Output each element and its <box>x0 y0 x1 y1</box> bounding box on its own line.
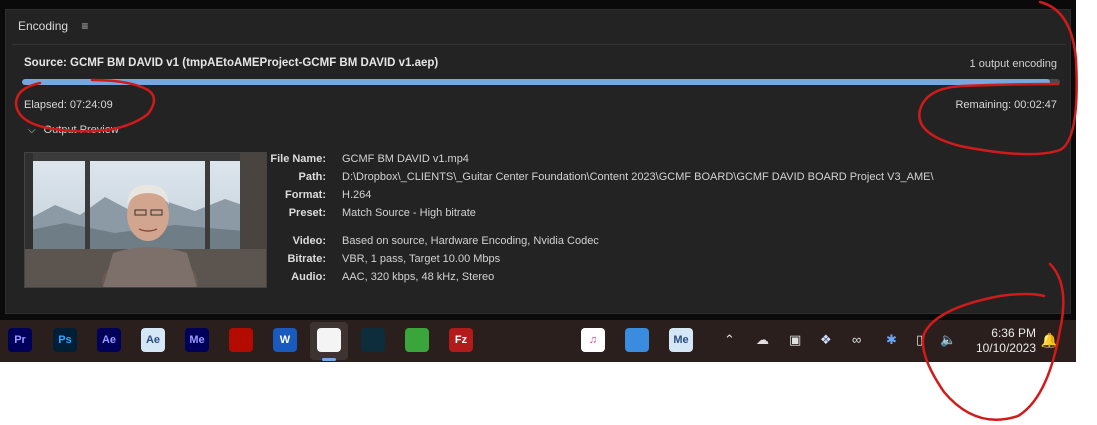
info-label: Bitrate: <box>287 253 326 265</box>
info-value: D:\Dropbox\_CLIENTS\_Guitar Center Found… <box>342 171 934 183</box>
taskbar-vlc-icon[interactable] <box>537 328 561 352</box>
info-value: Match Source - High bitrate <box>342 207 476 219</box>
taskbar-acrobat-icon[interactable] <box>229 328 253 352</box>
panel-divider <box>12 44 1066 45</box>
taskbar-filezilla-icon[interactable]: Fz <box>449 328 473 352</box>
windows-taskbar: Pr Ps Ae Ae Me W Fz ♫ Me ⌃ ☁ ▣ ❖ ∞ ✱ ▯ 🔈 6:36 PM… <box>0 320 1076 362</box>
taskbar-itunes-icon[interactable]: ♫ <box>581 328 605 352</box>
taskbar-green-app-icon[interactable] <box>405 328 429 352</box>
remaining-time: Remaining: 00:02:47 <box>955 99 1057 111</box>
tablet-icon[interactable]: ▣ <box>789 332 801 348</box>
notification-bell-icon[interactable]: 🔔 <box>1041 332 1058 349</box>
encoding-panel: Encoding ≡ Source: GCMF BM DAVID v1 (tmp… <box>5 9 1071 314</box>
info-label: Path: <box>298 171 327 183</box>
clock-time: 6:36 PM <box>991 326 1036 340</box>
taskbar-media-encoder-icon[interactable]: Me <box>185 328 209 352</box>
source-title: Source: GCMF BM DAVID v1 (tmpAEtoAMEProj… <box>24 57 439 69</box>
taskbar-word-icon[interactable]: W <box>273 328 297 352</box>
info-label: Video: <box>292 235 326 247</box>
taskbar-after-effects-icon[interactable]: Ae <box>97 328 121 352</box>
info-label: Audio: <box>291 271 326 283</box>
output-preview-toggle[interactable]: ⌵ Output Preview <box>28 124 119 136</box>
info-label: File Name: <box>270 153 326 165</box>
chevron-up-icon[interactable]: ⌃ <box>724 332 735 348</box>
output-count: 1 output encoding <box>969 58 1057 70</box>
info-value: AAC, 320 kbps, 48 kHz, Stereo <box>342 271 495 283</box>
info-value: GCMF BM DAVID v1.mp4 <box>342 153 469 165</box>
elapsed-time: Elapsed: 07:24:09 <box>24 99 113 111</box>
dropbox-icon[interactable]: ❖ <box>820 332 832 348</box>
chevron-down-icon: ⌵ <box>28 125 36 136</box>
volume-icon[interactable]: 🔈 <box>940 332 956 348</box>
bluetooth-icon[interactable]: ✱ <box>886 332 897 348</box>
clock-date: 10/10/2023 <box>975 341 1036 355</box>
link-icon[interactable]: ∞ <box>852 332 861 347</box>
tab-encoding-label: Encoding <box>18 19 69 33</box>
info-value: H.264 <box>342 189 372 201</box>
info-value: VBR, 1 pass, Target 10.00 Mbps <box>342 253 501 265</box>
active-app-indicator <box>322 358 336 361</box>
taskbar-screen-recorder-icon[interactable] <box>361 328 385 352</box>
panel-menu-icon[interactable]: ≡ <box>81 19 88 33</box>
tab-encoding[interactable]: Encoding ≡ <box>18 19 88 33</box>
encoding-progress-fill <box>22 79 1050 85</box>
system-clock[interactable]: 6:36 PM 10/10/2023 <box>976 326 1036 356</box>
encoding-progress-bar <box>22 79 1060 85</box>
taskbar-icloud-icon[interactable] <box>625 328 649 352</box>
taskbar-photoshop-icon[interactable]: Ps <box>53 328 77 352</box>
output-preview-label: Output Preview <box>43 124 119 136</box>
info-label: Format: <box>285 189 326 201</box>
taskbar-fruit-app-icon[interactable] <box>493 328 517 352</box>
taskbar-premiere-pro-icon[interactable]: Pr <box>8 328 32 352</box>
taskbar-snipping-tool-icon[interactable] <box>317 328 341 352</box>
media-encoder-window: Encoding ≡ Source: GCMF BM DAVID v1 (tmp… <box>0 0 1076 362</box>
taskbar-media-encoder-2-icon[interactable]: Me <box>669 328 693 352</box>
info-label: Preset: <box>288 207 326 219</box>
info-value: Based on source, Hardware Encoding, Nvid… <box>342 235 599 247</box>
cloud-sync-icon[interactable]: ☁ <box>756 332 769 348</box>
taskbar-after-effects-2-icon[interactable]: Ae <box>141 328 165 352</box>
network-icon[interactable]: ▯ <box>916 332 923 348</box>
